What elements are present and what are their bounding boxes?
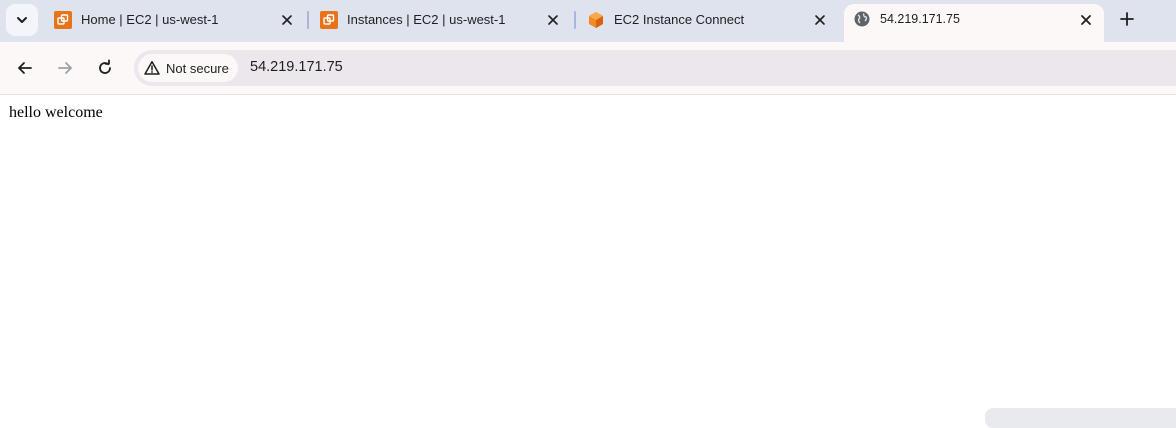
tab-separator	[574, 11, 576, 29]
browser-toolbar: Not secure 54.219.171.75	[0, 42, 1176, 95]
close-icon[interactable]	[279, 12, 295, 28]
chevron-down-icon	[17, 17, 27, 23]
back-button[interactable]	[11, 54, 39, 82]
tab-content: 54.219.171.75	[854, 4, 1094, 36]
forward-button[interactable]	[51, 54, 79, 82]
tab-active-ip[interactable]: 54.219.171.75	[844, 4, 1104, 42]
tab-title: Home | EC2 | us-west-1	[81, 12, 219, 27]
aws-cube-icon	[589, 12, 603, 28]
security-label: Not secure	[166, 60, 229, 76]
arrow-right-icon	[58, 62, 72, 74]
aws-ec2-icon	[320, 11, 338, 29]
tab-search-button[interactable]	[6, 4, 38, 36]
tab-title: EC2 Instance Connect	[614, 12, 745, 27]
close-icon[interactable]	[545, 12, 561, 28]
plus-icon	[1120, 12, 1134, 26]
page-content: hello welcome	[0, 95, 1176, 428]
arrow-left-icon	[18, 62, 32, 74]
tab-title: 54.219.171.75	[880, 12, 960, 26]
tab-separator	[307, 11, 309, 29]
new-tab-button[interactable]	[1113, 4, 1141, 34]
aws-ec2-icon	[54, 11, 72, 29]
tab-title: Instances | EC2 | us-west-1	[347, 12, 506, 27]
bottom-right-panel	[985, 408, 1176, 428]
reload-icon	[99, 59, 111, 74]
tab-instances-ec2[interactable]: Instances | EC2 | us-west-1	[320, 4, 568, 36]
close-icon[interactable]	[1078, 12, 1094, 28]
globe-icon	[854, 11, 870, 27]
tab-strip: Home | EC2 | us-west-1 Instances | EC2 |…	[0, 0, 1176, 42]
url-text[interactable]: 54.219.171.75	[250, 59, 343, 75]
security-chip[interactable]: Not secure	[138, 54, 238, 82]
tab-instance-connect[interactable]: EC2 Instance Connect	[587, 4, 835, 36]
page-body-text: hello welcome	[9, 104, 103, 121]
warning-icon	[144, 61, 160, 75]
close-icon[interactable]	[812, 12, 828, 28]
tab-home-ec2[interactable]: Home | EC2 | us-west-1	[54, 4, 300, 36]
reload-button[interactable]	[91, 54, 119, 82]
address-bar[interactable]: Not secure 54.219.171.75	[134, 50, 1176, 86]
